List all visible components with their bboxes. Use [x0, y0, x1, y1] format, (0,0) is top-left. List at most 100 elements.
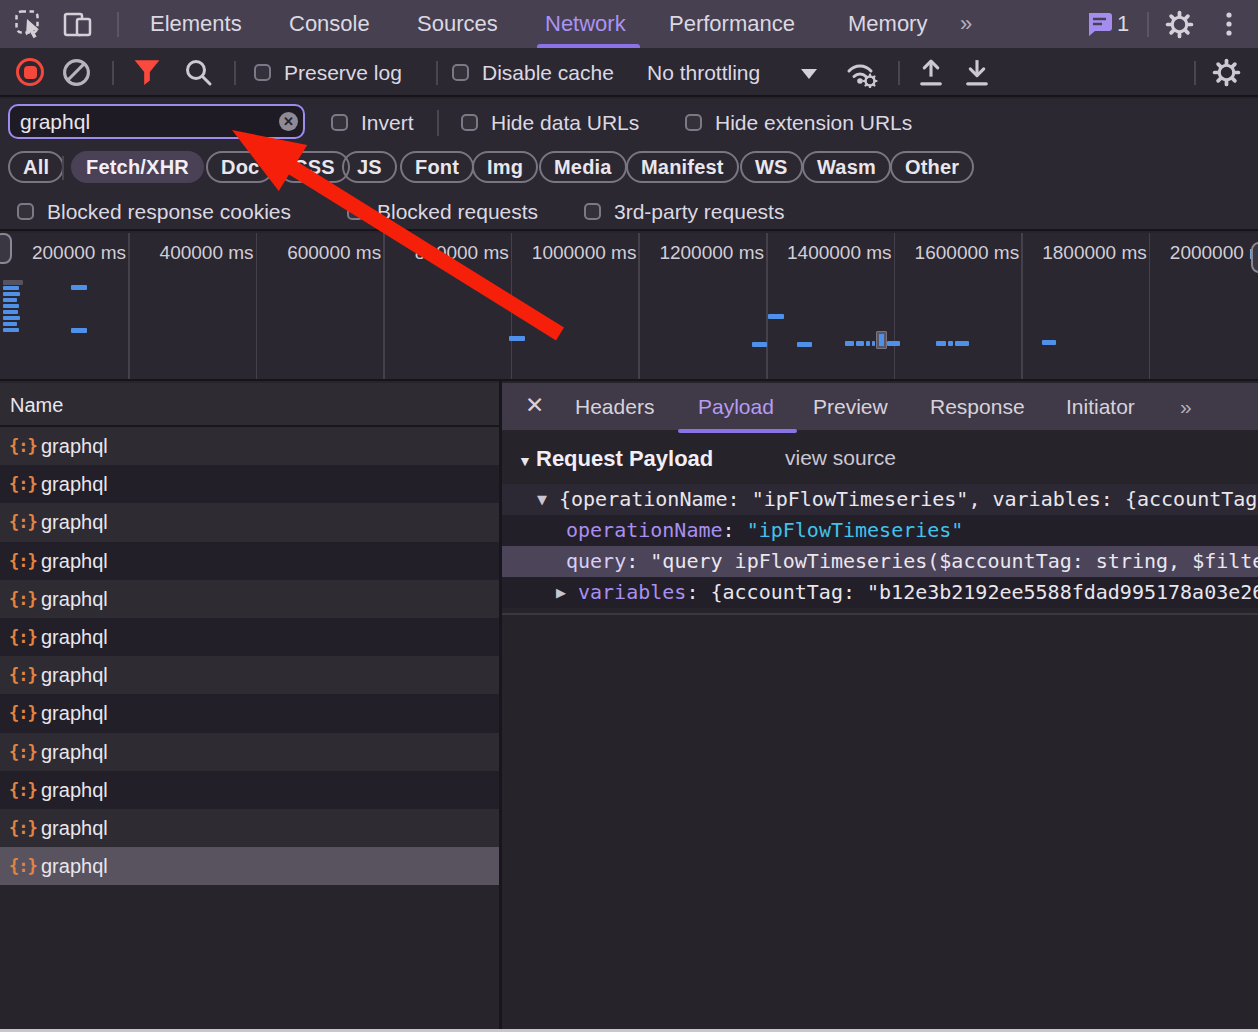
resource-type-filters: AllFetch/XHRDocCSSJSFontImgMediaManifest… [0, 147, 1258, 192]
devtools-tabbar: Elements Console Sources Network Performance… [0, 0, 1258, 48]
timeline-bar [3, 292, 20, 296]
network-overview-timeline[interactable]: 200000 ms400000 ms600000 ms800000 ms1000… [0, 233, 1258, 381]
request-name: graphql [41, 771, 108, 809]
toolbar-divider [898, 61, 900, 85]
pill-css[interactable]: CSS [278, 151, 350, 183]
expanded-icon[interactable]: ▼ [537, 484, 547, 515]
third-party-requests-checkbox[interactable] [584, 203, 601, 220]
detail-tab-initiator[interactable]: Initiator [1066, 383, 1135, 430]
request-row[interactable]: {:}graphql [0, 847, 500, 885]
request-row[interactable]: {:}graphql [0, 427, 500, 465]
tab-network[interactable]: Network [545, 0, 626, 48]
request-row[interactable]: {:}graphql [0, 465, 500, 503]
request-row[interactable]: {:}graphql [0, 809, 500, 847]
timeline-bar [887, 341, 900, 346]
overview-right-handle[interactable] [1251, 242, 1258, 273]
filter-icon[interactable] [133, 59, 161, 86]
collapsed-icon[interactable]: ▶ [556, 577, 566, 608]
overview-left-handle[interactable] [0, 233, 12, 264]
import-har-icon[interactable] [916, 57, 946, 88]
timeline-bar [955, 341, 969, 346]
blocked-response-cookies-label: Blocked response cookies [47, 192, 291, 231]
disable-cache-checkbox[interactable] [452, 64, 469, 81]
network-toolbar: Preserve log Disable cache No throttling [0, 48, 1258, 97]
clear-filter-icon[interactable]: ✕ [279, 112, 298, 131]
request-row[interactable]: {:}graphql [0, 733, 500, 771]
settings-gear-icon[interactable] [1165, 10, 1194, 39]
tab-console[interactable]: Console [289, 0, 370, 48]
issues-icon[interactable] [1086, 12, 1114, 38]
detail-more-tabs-icon[interactable]: » [1180, 383, 1192, 430]
search-icon[interactable] [184, 58, 214, 88]
hide-extension-urls-checkbox[interactable] [685, 114, 702, 131]
request-row[interactable]: {:}graphql [0, 542, 500, 580]
timeline-bar [752, 342, 767, 347]
pill-wasm[interactable]: Wasm [802, 151, 891, 183]
blocked-response-cookies-checkbox[interactable] [17, 203, 34, 220]
blocked-requests-checkbox[interactable] [347, 203, 364, 220]
name-column-header[interactable]: Name [0, 383, 500, 427]
pill-fetch-xhr[interactable]: Fetch/XHR [71, 151, 204, 183]
payload-tree-row[interactable]: ▶variables: {accountTag: "b12e3b2192ee55… [502, 577, 1258, 608]
request-row[interactable]: {:}graphql [0, 694, 500, 732]
tab-performance[interactable]: Performance [669, 0, 795, 48]
detail-tab-preview[interactable]: Preview [813, 383, 888, 430]
preserve-log-checkbox[interactable] [254, 64, 271, 81]
json-request-icon: {:} [9, 809, 37, 847]
invert-label: Invert [361, 99, 414, 147]
pill-js[interactable]: JS [342, 151, 397, 183]
throttling-select[interactable]: No throttling [647, 48, 760, 97]
timeline-bar [872, 341, 875, 346]
clear-button[interactable] [62, 58, 91, 87]
request-row[interactable]: {:}graphql [0, 618, 500, 656]
pill-doc[interactable]: Doc [206, 151, 274, 183]
hide-extension-urls-label: Hide extension URLs [715, 99, 912, 147]
network-conditions-icon[interactable] [845, 58, 879, 88]
record-button[interactable] [16, 58, 44, 86]
tab-sources[interactable]: Sources [417, 0, 498, 48]
request-row[interactable]: {:}graphql [0, 503, 500, 541]
request-row[interactable]: {:}graphql [0, 580, 500, 618]
timeline-bar [1042, 340, 1056, 345]
request-row[interactable]: {:}graphql [0, 771, 500, 809]
pill-all[interactable]: All [8, 151, 64, 183]
timeline-bar [3, 304, 19, 308]
detail-tab-response[interactable]: Response [930, 383, 1025, 430]
inspect-element-icon[interactable] [14, 9, 44, 39]
pill-other[interactable]: Other [890, 151, 974, 183]
tab-memory[interactable]: Memory [848, 0, 927, 48]
section-collapse-icon[interactable]: ▼ [518, 453, 532, 469]
pill-ws[interactable]: WS [740, 151, 803, 183]
tab-elements[interactable]: Elements [150, 0, 242, 48]
pill-manifest[interactable]: Manifest [626, 151, 739, 183]
export-har-icon[interactable] [962, 57, 992, 88]
menu-dots-icon[interactable] [1224, 10, 1234, 40]
json-request-icon: {:} [9, 656, 37, 694]
network-settings-gear-icon[interactable] [1212, 58, 1241, 87]
pill-img[interactable]: Img [472, 151, 538, 183]
payload-tree-row[interactable]: operationName: "ipFlowTimeseries" [502, 515, 1258, 546]
device-toolbar-icon[interactable] [62, 9, 94, 39]
pill-media[interactable]: Media [539, 151, 627, 183]
payload-tree-row[interactable]: query: "query ipFlowTimeseries($accountT… [502, 546, 1258, 577]
close-details-icon[interactable]: ✕ [525, 383, 544, 430]
pill-font[interactable]: Font [400, 151, 474, 183]
invert-checkbox[interactable] [331, 114, 348, 131]
detail-tab-headers[interactable]: Headers [575, 383, 654, 430]
view-source-link[interactable]: view source [785, 446, 896, 470]
payload-tree-row[interactable]: ▼{operationName: "ipFlowTimeseries", var… [502, 484, 1258, 515]
tree-text-segment: variables [578, 580, 686, 604]
json-request-icon: {:} [9, 542, 37, 580]
hide-data-urls-checkbox[interactable] [461, 114, 478, 131]
more-tabs-icon[interactable]: » [960, 0, 972, 48]
timeline-bar-gray [3, 280, 23, 285]
request-row[interactable]: {:}graphql [0, 656, 500, 694]
timeline-bar [3, 298, 17, 302]
request-name: graphql [41, 503, 108, 541]
filter-input[interactable] [8, 104, 305, 139]
tree-text-segment: "query ipFlowTimeseries($accountTag: str… [650, 549, 1258, 573]
request-name: graphql [41, 847, 108, 885]
throttling-dropdown-icon[interactable] [801, 69, 817, 79]
detail-tab-payload[interactable]: Payload [698, 383, 774, 430]
issues-count[interactable]: 1 [1117, 0, 1129, 48]
